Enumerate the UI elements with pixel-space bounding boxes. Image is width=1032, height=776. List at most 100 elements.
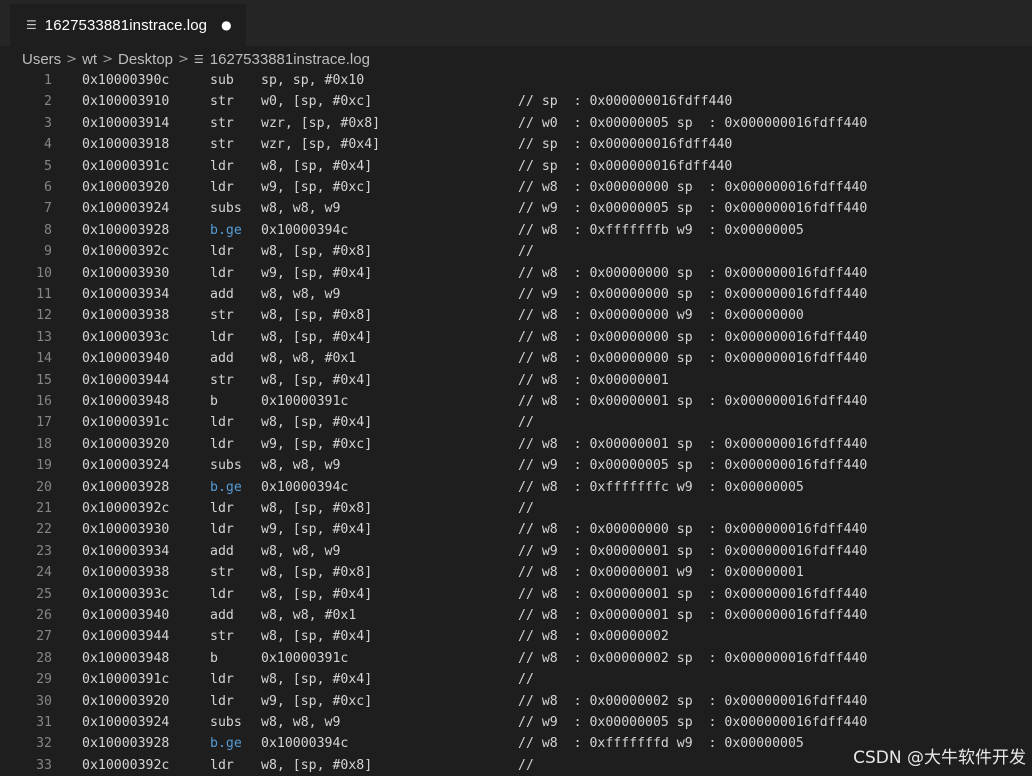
code-line[interactable]: 90x10000392cldrw8, [sp, #0x8]// [0, 241, 1032, 262]
register-comment: // w9 : 0x00000005 sp : 0x000000016fdff4… [518, 198, 867, 219]
line-number: 25 [0, 584, 52, 605]
code-line[interactable]: 210x10000392cldrw8, [sp, #0x8]// [0, 498, 1032, 519]
instruction-address: 0x10000392c [82, 498, 169, 519]
line-number: 22 [0, 519, 52, 540]
breadcrumb-item-wt[interactable]: wt [82, 51, 97, 68]
instruction-operands: w8, w8, w9 [261, 198, 340, 219]
instruction-address: 0x10000391c [82, 156, 169, 177]
breadcrumb-item-desktop[interactable]: Desktop [118, 51, 173, 68]
register-comment: // [518, 755, 534, 776]
register-comment: // w8 : 0x00000002 sp : 0x000000016fdff4… [518, 648, 867, 669]
breadcrumb-item-file[interactable]: 1627533881instrace.log [210, 51, 370, 68]
line-number: 20 [0, 477, 52, 498]
code-line[interactable]: 10x10000390csubsp, sp, #0x10 [0, 70, 1032, 91]
code-line[interactable]: 20x100003910strw0, [sp, #0xc]// sp : 0x0… [0, 91, 1032, 112]
code-line[interactable]: 260x100003940addw8, w8, #0x1// w8 : 0x00… [0, 605, 1032, 626]
register-comment: // w8 : 0x00000001 sp : 0x000000016fdff4… [518, 605, 867, 626]
instruction-opcode: ldr [210, 584, 234, 605]
register-comment: // [518, 412, 534, 433]
instruction-operands: 0x10000394c [261, 477, 348, 498]
register-comment: // w9 : 0x00000000 sp : 0x000000016fdff4… [518, 284, 867, 305]
instruction-address: 0x100003924 [82, 198, 169, 219]
code-line[interactable]: 230x100003934addw8, w8, w9// w9 : 0x0000… [0, 541, 1032, 562]
instruction-address: 0x10000391c [82, 412, 169, 433]
instruction-address: 0x100003930 [82, 263, 169, 284]
code-line[interactable]: 200x100003928b.ge0x10000394c// w8 : 0xff… [0, 477, 1032, 498]
instruction-operands: w8, [sp, #0x4] [261, 156, 372, 177]
instruction-address: 0x10000392c [82, 755, 169, 776]
register-comment: // w8 : 0xfffffffd w9 : 0x00000005 [518, 733, 804, 754]
tab-instrace-log[interactable]: ☰ 1627533881instrace.log ● [10, 4, 246, 46]
code-line[interactable]: 50x10000391cldrw8, [sp, #0x4]// sp : 0x0… [0, 156, 1032, 177]
chevron-right-icon: > [178, 52, 189, 67]
code-line[interactable]: 140x100003940addw8, w8, #0x1// w8 : 0x00… [0, 348, 1032, 369]
instruction-operands: w8, [sp, #0x8] [261, 305, 372, 326]
instruction-opcode: ldr [210, 434, 234, 455]
code-line[interactable]: 130x10000393cldrw8, [sp, #0x4]// w8 : 0x… [0, 327, 1032, 348]
instruction-opcode: ldr [210, 241, 234, 262]
instruction-opcode: str [210, 370, 234, 391]
code-line[interactable]: 180x100003920ldrw9, [sp, #0xc]// w8 : 0x… [0, 434, 1032, 455]
code-line[interactable]: 30x100003914strwzr, [sp, #0x8]// w0 : 0x… [0, 113, 1032, 134]
code-line[interactable]: 70x100003924subsw8, w8, w9// w9 : 0x0000… [0, 198, 1032, 219]
code-line[interactable]: 80x100003928b.ge0x10000394c// w8 : 0xfff… [0, 220, 1032, 241]
register-comment: // w8 : 0x00000001 sp : 0x000000016fdff4… [518, 434, 867, 455]
line-number: 31 [0, 712, 52, 733]
breadcrumb-item-users[interactable]: Users [22, 51, 61, 68]
code-line[interactable]: 170x10000391cldrw8, [sp, #0x4]// [0, 412, 1032, 433]
register-comment: // w8 : 0x00000000 sp : 0x000000016fdff4… [518, 327, 867, 348]
instruction-address: 0x100003928 [82, 733, 169, 754]
instruction-opcode: ldr [210, 669, 234, 690]
instruction-address: 0x100003934 [82, 541, 169, 562]
code-line[interactable]: 220x100003930ldrw9, [sp, #0x4]// w8 : 0x… [0, 519, 1032, 540]
line-number: 3 [0, 113, 52, 134]
tab-title: 1627533881instrace.log [45, 17, 207, 34]
tab-bar: ☰ 1627533881instrace.log ● [0, 0, 1032, 46]
code-line[interactable]: 110x100003934addw8, w8, w9// w9 : 0x0000… [0, 284, 1032, 305]
instruction-opcode: ldr [210, 691, 234, 712]
instruction-opcode: add [210, 348, 234, 369]
code-line[interactable]: 300x100003920ldrw9, [sp, #0xc]// w8 : 0x… [0, 691, 1032, 712]
line-number: 23 [0, 541, 52, 562]
instruction-operands: 0x10000394c [261, 220, 348, 241]
code-line[interactable]: 100x100003930ldrw9, [sp, #0x4]// w8 : 0x… [0, 263, 1032, 284]
register-comment: // w9 : 0x00000005 sp : 0x000000016fdff4… [518, 455, 867, 476]
instruction-operands: w8, [sp, #0x8] [261, 498, 372, 519]
instruction-operands: w9, [sp, #0x4] [261, 263, 372, 284]
line-number: 9 [0, 241, 52, 262]
code-line[interactable]: 310x100003924subsw8, w8, w9// w9 : 0x000… [0, 712, 1032, 733]
code-line[interactable]: 290x10000391cldrw8, [sp, #0x4]// [0, 669, 1032, 690]
instruction-opcode: ldr [210, 177, 234, 198]
code-line[interactable]: 190x100003924subsw8, w8, w9// w9 : 0x000… [0, 455, 1032, 476]
register-comment: // w8 : 0x00000001 sp : 0x000000016fdff4… [518, 584, 867, 605]
editor-text-area[interactable]: 10x10000390csubsp, sp, #0x1020x100003910… [0, 70, 1032, 774]
instruction-opcode: add [210, 541, 234, 562]
line-number: 32 [0, 733, 52, 754]
register-comment: // w9 : 0x00000005 sp : 0x000000016fdff4… [518, 712, 867, 733]
instruction-address: 0x10000393c [82, 327, 169, 348]
register-comment: // [518, 498, 534, 519]
instruction-opcode: ldr [210, 519, 234, 540]
unsaved-dot-icon[interactable]: ● [221, 18, 231, 32]
instruction-opcode: b [210, 391, 218, 412]
code-line[interactable]: 240x100003938strw8, [sp, #0x8]// w8 : 0x… [0, 562, 1032, 583]
register-comment: // sp : 0x000000016fdff440 [518, 91, 732, 112]
instruction-operands: w9, [sp, #0xc] [261, 434, 372, 455]
lines-file-icon: ☰ [26, 18, 37, 32]
code-line[interactable]: 270x100003944strw8, [sp, #0x4]// w8 : 0x… [0, 626, 1032, 647]
line-number: 21 [0, 498, 52, 519]
line-number: 2 [0, 91, 52, 112]
lines-file-icon: ☰ [194, 53, 204, 66]
line-number: 5 [0, 156, 52, 177]
code-line[interactable]: 280x100003948b0x10000391c// w8 : 0x00000… [0, 648, 1032, 669]
code-line[interactable]: 60x100003920ldrw9, [sp, #0xc]// w8 : 0x0… [0, 177, 1032, 198]
code-line[interactable]: 250x10000393cldrw8, [sp, #0x4]// w8 : 0x… [0, 584, 1032, 605]
instruction-address: 0x100003928 [82, 220, 169, 241]
code-line[interactable]: 40x100003918strwzr, [sp, #0x4]// sp : 0x… [0, 134, 1032, 155]
code-line[interactable]: 160x100003948b0x10000391c// w8 : 0x00000… [0, 391, 1032, 412]
instruction-address: 0x10000392c [82, 241, 169, 262]
code-line[interactable]: 120x100003938strw8, [sp, #0x8]// w8 : 0x… [0, 305, 1032, 326]
code-line[interactable]: 150x100003944strw8, [sp, #0x4]// w8 : 0x… [0, 370, 1032, 391]
register-comment: // w9 : 0x00000001 sp : 0x000000016fdff4… [518, 541, 867, 562]
line-number: 28 [0, 648, 52, 669]
